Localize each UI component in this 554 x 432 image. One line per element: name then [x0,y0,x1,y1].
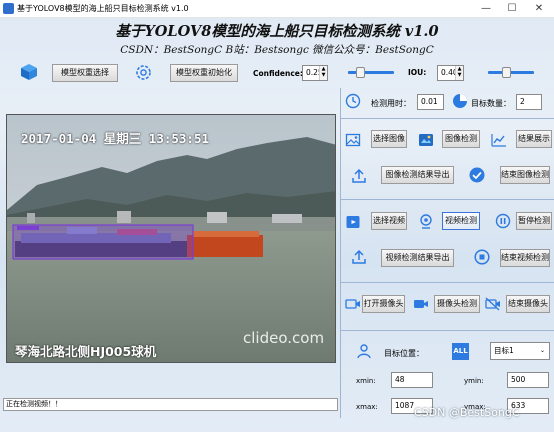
section-divider [340,330,554,331]
pause-icon [495,213,511,229]
xmax-label: xmax: [356,403,378,411]
camera-icon [345,299,360,309]
location-person-icon [357,344,371,359]
select-image-button[interactable]: 选择图像 [371,130,407,148]
export-video-result-button[interactable]: 视频检测结果导出 [381,249,454,267]
target-select-value: 目标1 [494,346,514,355]
image-detect-button[interactable]: 图像检测 [442,130,480,148]
video-frame [7,115,335,362]
gear-icon [136,65,151,80]
section-divider [340,118,554,119]
confidence-spinbox[interactable]: 0.25 ▲ ▼ [302,65,328,81]
window-title: 基于YOLOV8模型的海上船只目标检测系统 v1.0 [17,4,189,13]
chevron-down-icon: ⌄ [539,347,545,354]
select-video-button[interactable]: 选择视频 [371,212,407,230]
check-circle-icon [469,167,485,183]
maximize-button[interactable]: ☐ [499,1,525,16]
target-position-label: 目标位置： [384,349,424,358]
iou-label: IOU: [408,68,427,77]
confidence-label: Confidence: [253,69,303,78]
target-count-label: 目标数量： [471,99,511,108]
line-chart-icon [491,134,506,147]
section-divider [340,199,554,200]
pie-chart-icon [453,94,467,108]
spin-arrows-icon[interactable]: ▲ ▼ [455,66,463,80]
image-icon [345,133,361,147]
end-image-detect-button[interactable]: 结束图像检测 [500,166,550,184]
ymin-field: 500 [507,372,549,388]
video-timestamp: 2017-01-04 星期三 13:53:51 [21,131,210,146]
target-count-field: 2 [516,94,542,110]
app-title: 基于YOLOV8模型的海上船只目标检测系统 v1.0 [115,23,439,40]
xmin-field: 48 [391,372,433,388]
app-icon [3,3,14,14]
detection-label-1 [17,226,39,230]
webcam-icon [420,214,432,229]
end-camera-button[interactable]: 结束摄像头 [506,295,550,313]
video-display: 2017-01-04 星期三 13:53:51 clideo.com 琴海北路北… [6,114,336,363]
detect-time-label: 检测用时： [371,99,411,108]
all-targets-icon: ALL [452,343,469,360]
video-watermark: clideo.com [243,329,325,347]
end-video-detect-button[interactable]: 结束视频检测 [500,249,550,267]
xmin-label: xmin: [356,377,376,385]
iou-slider-handle[interactable] [502,67,512,78]
ymin-label: ymin: [464,377,484,385]
camera-off-icon [485,297,500,311]
minimize-button[interactable]: — [473,1,499,16]
confidence-slider[interactable] [348,67,394,78]
csdn-watermark: CSDN @BestSongC [414,406,520,419]
open-camera-button[interactable]: 打开摄像头 [362,295,405,313]
model-weight-init-button[interactable]: 模型权重初始化 [170,64,238,82]
video-location-label: 琴海北路北侧HJ005球机 [15,344,157,359]
camera-detect-button[interactable]: 摄像头检测 [434,295,480,313]
pause-detect-button[interactable]: 暂停检测 [516,212,552,230]
spin-arrows-icon[interactable]: ▲ ▼ [319,66,327,80]
target-select-dropdown[interactable]: 目标1 ⌄ [490,342,550,360]
upload-icon [352,168,366,183]
iou-slider[interactable] [488,67,534,78]
video-detect-button[interactable]: 视频检测 [442,212,480,230]
close-button[interactable]: ✕ [526,1,552,16]
detect-time-field: 0.01 [417,94,444,110]
video-camera-icon [414,300,428,308]
upload-icon [352,249,366,264]
app-subtitle: CSDN：BestSongC B站：Bestsongc 微信公众号：BestSo… [120,44,434,56]
result-show-button[interactable]: 结果展示 [516,130,552,148]
clock-icon [345,93,361,109]
video-file-icon [346,216,360,228]
iou-spinbox[interactable]: 0.40 ▲ ▼ [437,65,464,81]
detection-box-1 [12,224,194,260]
panel-divider [340,88,341,418]
stop-icon [474,249,490,265]
section-divider [340,282,554,283]
image-detect-icon [419,134,433,146]
confidence-slider-handle[interactable] [355,67,365,78]
cube-icon [21,64,37,80]
model-weight-select-button[interactable]: 模型权重选择 [52,64,118,82]
status-bar: 正在检测视频！！ [3,398,338,411]
export-image-result-button[interactable]: 图像检测结果导出 [381,166,454,184]
